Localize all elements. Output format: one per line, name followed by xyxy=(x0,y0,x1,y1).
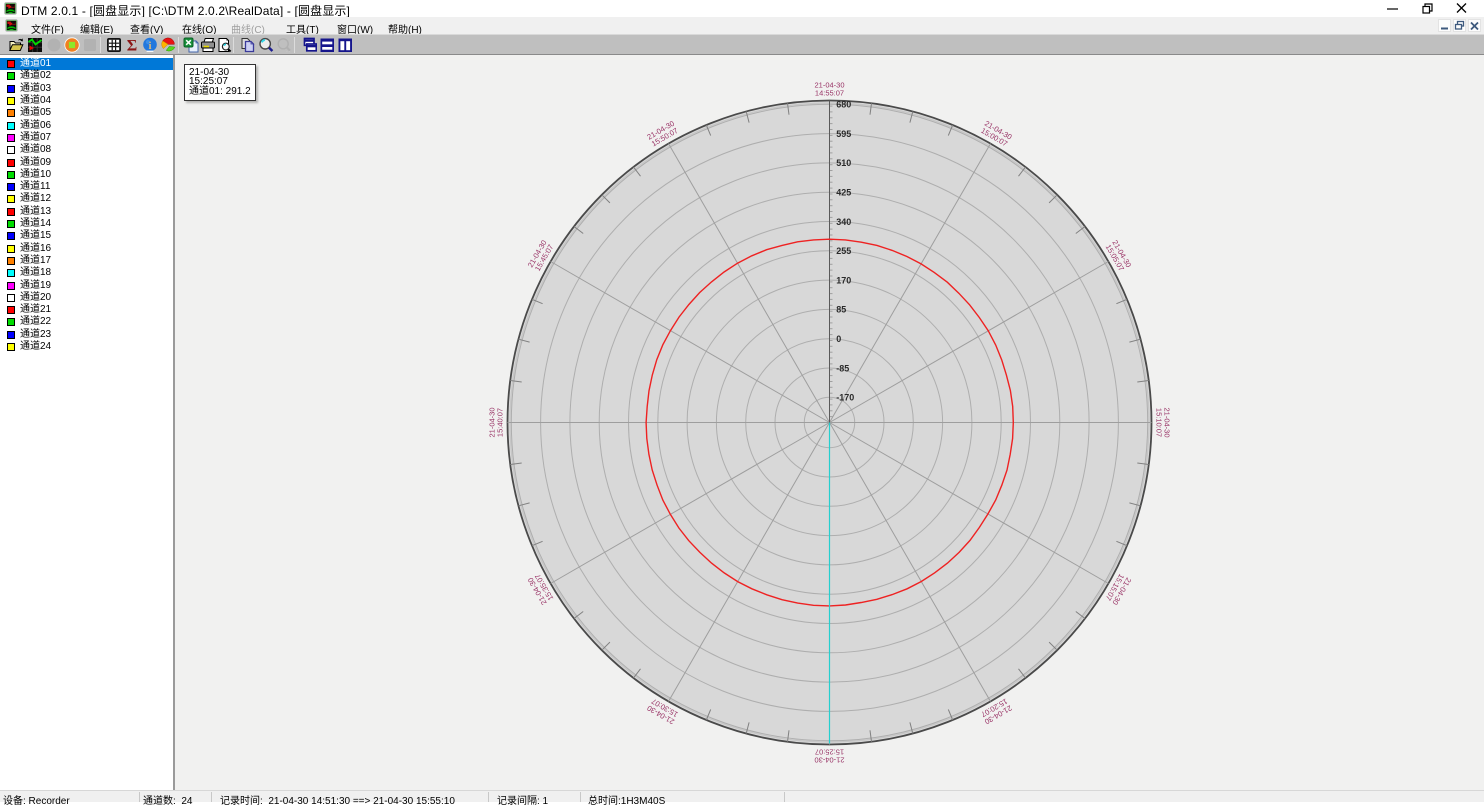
svg-text:510: 510 xyxy=(836,158,851,168)
svg-text:15:40:07: 15:40:07 xyxy=(496,408,505,437)
svg-text:15:10:07: 15:10:07 xyxy=(1155,408,1164,437)
svg-text:85: 85 xyxy=(836,305,846,315)
svg-text:-85: -85 xyxy=(836,363,849,373)
svg-text:340: 340 xyxy=(836,217,851,227)
svg-text:15:25:07: 15:25:07 xyxy=(815,748,844,757)
svg-text:-170: -170 xyxy=(836,393,854,403)
svg-text:i: i xyxy=(148,40,151,52)
svg-text:255: 255 xyxy=(836,246,851,256)
svg-text:170: 170 xyxy=(836,275,851,285)
svg-text:Σ: Σ xyxy=(127,38,137,54)
svg-text:425: 425 xyxy=(836,188,851,198)
svg-text:680: 680 xyxy=(836,100,851,110)
svg-text:595: 595 xyxy=(836,129,851,139)
svg-text:14:55:07: 14:55:07 xyxy=(815,89,844,98)
svg-text:0: 0 xyxy=(836,334,841,344)
